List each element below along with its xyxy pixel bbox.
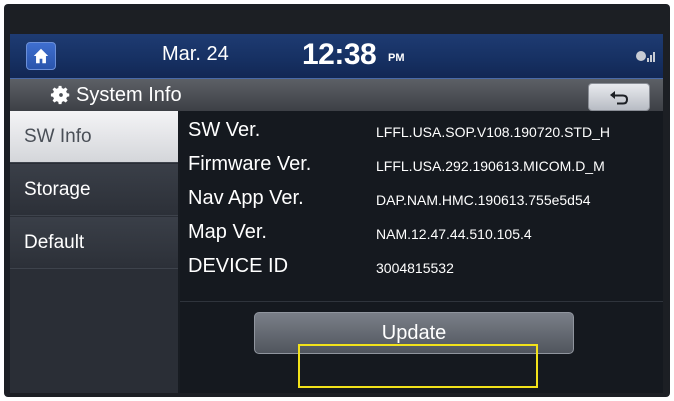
sidebar-item-default[interactable]: Default [10,217,178,269]
info-row-map-ver: Map Ver. NAM.12.47.44.510.105.4 [180,219,663,251]
info-label: Firmware Ver. [188,153,312,175]
sidebar-item-label: SW Info [24,125,92,147]
back-button[interactable] [588,83,650,111]
home-icon [33,48,49,64]
sidebar-item-label: Storage [24,178,91,200]
status-time: 12:38 [302,38,377,71]
info-row-nav-app-ver: Nav App Ver. DAP.NAM.HMC.190613.755e5d54 [180,185,663,217]
sidebar-item-label: Default [24,231,85,253]
home-button[interactable] [26,42,56,70]
info-value: NAM.12.47.44.510.105.4 [376,226,532,242]
info-value: LFFL.USA.SOP.V108.190720.STD_H [376,124,610,140]
gear-icon [50,85,70,105]
page-title: System Info [76,84,182,106]
status-date: Mar. 24 [162,43,229,65]
status-ampm: PM [388,52,405,64]
sidebar: SW Info Storage Default [10,111,178,393]
info-value: DAP.NAM.HMC.190613.755e5d54 [376,192,591,208]
info-label: Nav App Ver. [188,187,304,209]
info-label: Map Ver. [188,221,267,243]
back-arrow-icon [610,91,628,105]
info-label: DEVICE ID [188,255,289,277]
sidebar-item-storage[interactable]: Storage [10,164,178,216]
page-title-bar: System Info [10,79,663,111]
update-button-label: Update [381,321,447,344]
content-divider [180,301,663,302]
signal-icon [636,51,655,62]
update-button[interactable]: Update [254,312,574,354]
info-value: LFFL.USA.292.190613.MICOM.D_M [376,158,605,174]
info-row-firmware-ver: Firmware Ver. LFFL.USA.292.190613.MICOM.… [180,151,663,183]
info-row-sw-ver: SW Ver. LFFL.USA.SOP.V108.190720.STD_H [180,117,663,149]
info-value: 3004815532 [376,260,454,276]
info-label: SW Ver. [188,119,261,141]
sidebar-item-sw-info[interactable]: SW Info [10,111,178,163]
info-row-device-id: DEVICE ID 3004815532 [180,253,663,285]
status-bar: Mar. 24 12:38 PM [10,34,663,79]
